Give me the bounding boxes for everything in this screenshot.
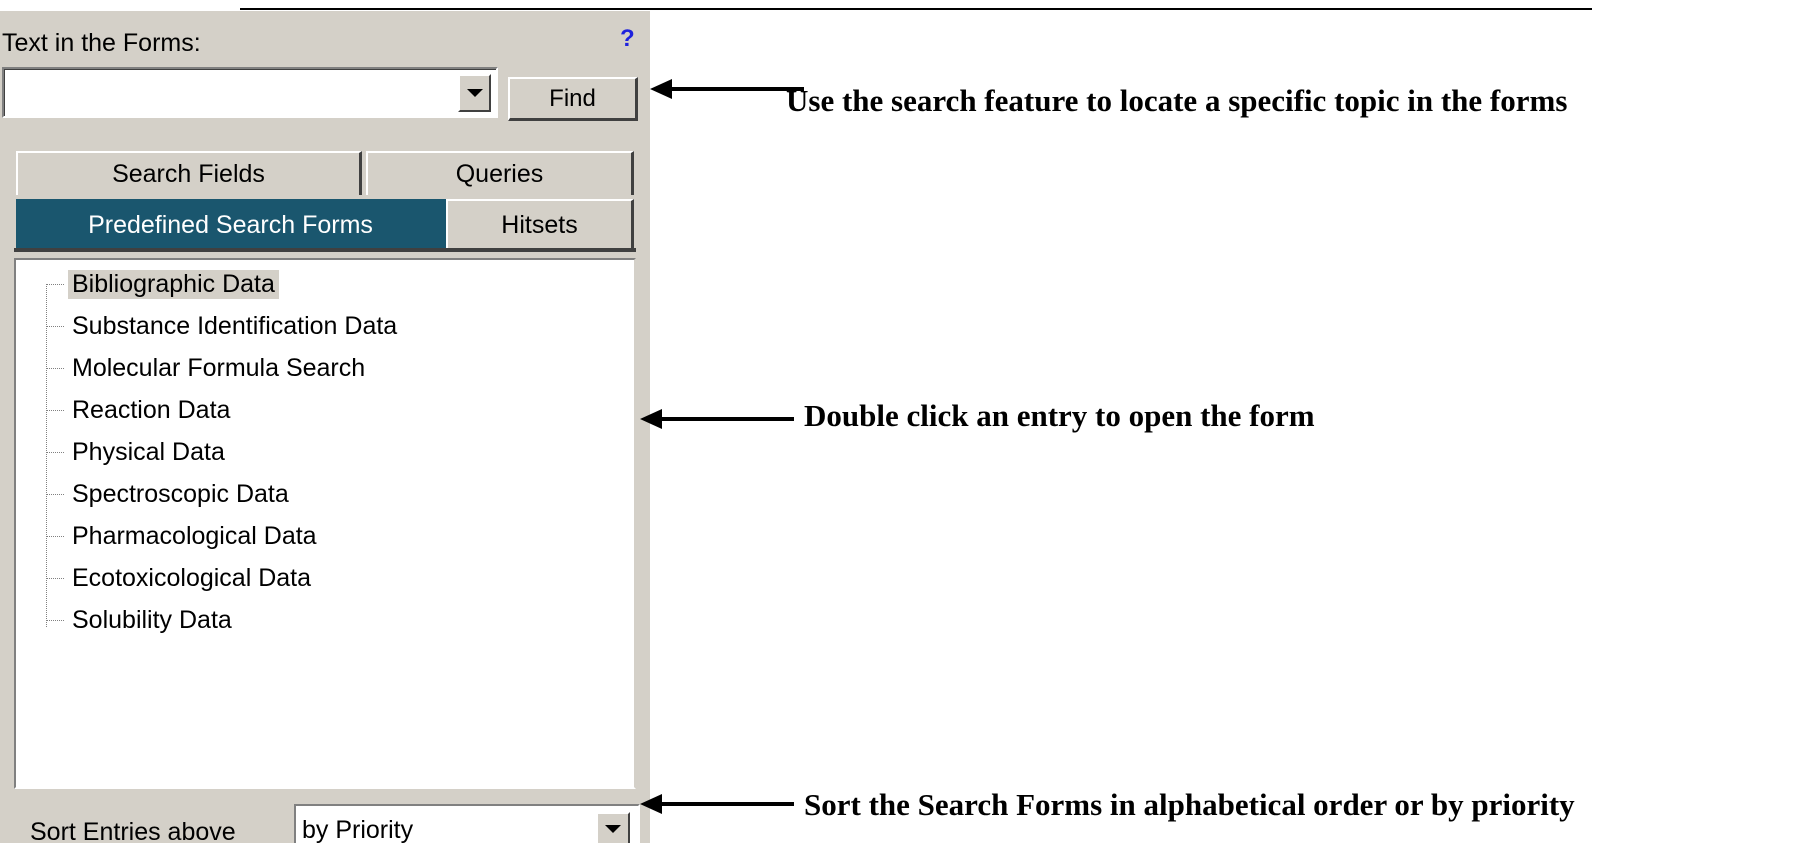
tree-item-spectroscopic-data[interactable]: Spectroscopic Data [46, 476, 293, 512]
chevron-down-icon [605, 825, 621, 833]
search-combobox[interactable] [2, 67, 498, 118]
annotation-search: Use the search feature to locate a speci… [786, 83, 1568, 118]
tab-queries[interactable]: Queries [366, 151, 634, 195]
tree-item-substance-identification-data[interactable]: Substance Identification Data [46, 308, 401, 344]
tree-item-reaction-data[interactable]: Reaction Data [46, 392, 234, 428]
tree-connector [46, 325, 64, 327]
search-forms-panel: Text in the Forms: ? Find Search Fields … [0, 11, 650, 843]
tree-connector [46, 367, 64, 369]
tab-search-fields[interactable]: Search Fields [16, 151, 362, 195]
tree-item-label: Bibliographic Data [68, 269, 279, 299]
tree-item-pharmacological-data[interactable]: Pharmacological Data [46, 518, 321, 554]
annotation-double-click: Double click an entry to open the form [804, 398, 1315, 433]
chevron-down-icon [466, 89, 483, 97]
tab-hitsets[interactable]: Hitsets [446, 199, 634, 249]
arrow-shaft [658, 802, 794, 806]
search-forms-tree[interactable]: Bibliographic Data Substance Identificat… [14, 258, 636, 789]
search-label: Text in the Forms: [2, 29, 201, 57]
top-divider-line [240, 8, 1592, 10]
tree-connector [46, 409, 64, 411]
search-dropdown-button[interactable] [458, 74, 491, 112]
tree-item-label: Substance Identification Data [72, 311, 398, 340]
tree-item-bibliographic-data[interactable]: Bibliographic Data [46, 266, 279, 302]
tree-item-label: Solubility Data [72, 605, 232, 634]
tree-item-physical-data[interactable]: Physical Data [46, 434, 229, 470]
arrow-shaft [658, 417, 794, 421]
tab-predefined-search-forms[interactable]: Predefined Search Forms [16, 199, 446, 249]
tree-connector [46, 283, 64, 285]
tree-connector [46, 535, 64, 537]
tree-item-ecotoxicological-data[interactable]: Ecotoxicological Data [46, 560, 315, 596]
tree-item-label: Ecotoxicological Data [72, 563, 312, 592]
tree-item-label: Physical Data [72, 437, 225, 466]
search-input[interactable] [8, 77, 448, 109]
tree-connector [46, 577, 64, 579]
tree-connector [46, 451, 64, 453]
tree-item-label: Spectroscopic Data [72, 479, 289, 508]
tree-item-label: Molecular Formula Search [72, 353, 366, 382]
tree-connector [46, 619, 64, 621]
sort-label: Sort Entries above [30, 818, 236, 843]
tab-strip-divider [14, 248, 636, 252]
arrow-shaft [668, 87, 804, 91]
sort-selected-value: by Priority [302, 816, 414, 843]
help-icon[interactable]: ? [620, 25, 635, 53]
tree-item-solubility-data[interactable]: Solubility Data [46, 602, 236, 638]
tree-item-label: Pharmacological Data [72, 521, 317, 550]
annotation-sort: Sort the Search Forms in alphabetical or… [804, 787, 1575, 822]
tree-item-label: Reaction Data [72, 395, 231, 424]
sort-select[interactable]: by Priority [294, 804, 640, 843]
tree-item-molecular-formula-search[interactable]: Molecular Formula Search [46, 350, 369, 386]
sort-dropdown-button[interactable] [596, 812, 630, 843]
find-button[interactable]: Find [508, 77, 638, 121]
tree-connector [46, 493, 64, 495]
